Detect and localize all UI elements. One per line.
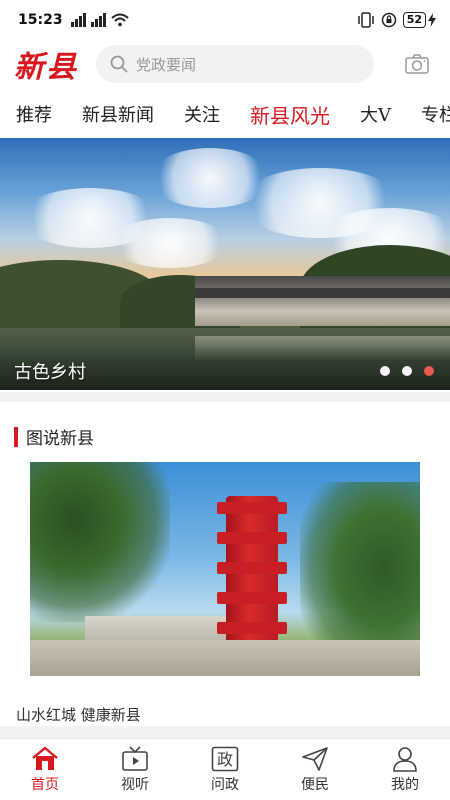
- tree: [30, 462, 170, 622]
- carousel-dot[interactable]: [380, 366, 390, 376]
- section-header: 图说新县: [14, 424, 94, 449]
- camera-button[interactable]: [404, 51, 430, 77]
- tower-fin: [217, 622, 287, 634]
- section-title: 图说新县: [26, 429, 94, 449]
- nav-inquiry[interactable]: 政 问政: [185, 746, 265, 794]
- nav-home-label: 首页: [31, 776, 59, 793]
- status-left: 15:23: [18, 12, 129, 28]
- send-icon: [302, 746, 328, 771]
- tv-icon: [122, 745, 148, 771]
- carousel-indicators: [380, 366, 434, 376]
- camera-icon: [405, 54, 429, 74]
- plaza: [30, 640, 420, 676]
- category-tabs: 推荐 新县新闻 关注 新县风光 大V 专栏: [0, 92, 450, 136]
- battery-indicator: 52: [402, 12, 436, 28]
- lock-rotation-icon: [381, 12, 396, 28]
- home-icon: [32, 746, 58, 770]
- tower-fin: [217, 592, 287, 604]
- carousel-dot[interactable]: [402, 366, 412, 376]
- wifi-icon: [110, 13, 129, 27]
- village-houses: [195, 276, 450, 326]
- signal-icon: [70, 13, 86, 27]
- banner-caption: 古色乡村: [14, 362, 86, 383]
- zheng-icon-text: 政: [217, 750, 233, 769]
- user-icon: [393, 746, 417, 772]
- section-accent-bar: [14, 426, 18, 447]
- nav-mine[interactable]: 我的: [365, 746, 445, 794]
- bottom-nav: 首页 视听 政 问政 便民 我的: [0, 738, 450, 800]
- cloud: [110, 218, 230, 268]
- carousel-dot-active[interactable]: [424, 366, 434, 376]
- tab-big-v[interactable]: 大V: [360, 101, 391, 127]
- banner-carousel[interactable]: 古色乡村: [0, 138, 450, 390]
- search-icon: [110, 55, 128, 73]
- charging-icon: [428, 13, 436, 27]
- status-bar: 15:23 52: [0, 0, 450, 40]
- status-icons: [70, 13, 129, 27]
- nav-mine-label: 我的: [391, 776, 419, 793]
- tower-fin: [217, 502, 287, 514]
- roof: [195, 288, 450, 298]
- nav-convenience-label: 便民: [301, 776, 329, 793]
- status-time: 15:23: [18, 12, 63, 28]
- search-placeholder: 党政要闻: [136, 55, 197, 74]
- tab-recommend[interactable]: 推荐: [16, 101, 52, 127]
- nav-inquiry-label: 问政: [211, 776, 239, 793]
- section-photo[interactable]: [30, 462, 420, 676]
- tab-follow[interactable]: 关注: [184, 101, 220, 127]
- tower-fin: [217, 532, 287, 544]
- battery-level: 52: [402, 12, 426, 28]
- header: 新县 党政要闻: [0, 40, 450, 88]
- photo-section: 图说新县 山水红城 健康新县: [0, 392, 450, 726]
- tower-fin: [217, 562, 287, 574]
- tab-column[interactable]: 专栏: [421, 101, 450, 127]
- vibrate-icon: [357, 12, 374, 28]
- photo-caption[interactable]: 山水红城 健康新县: [16, 704, 141, 725]
- signal-icon-2: [90, 13, 106, 27]
- nav-home[interactable]: 首页: [5, 746, 85, 794]
- tab-xinxian-news[interactable]: 新县新闻: [82, 101, 154, 127]
- app-logo[interactable]: 新县: [14, 42, 94, 86]
- status-right: 52: [357, 12, 436, 28]
- nav-av-label: 视听: [121, 776, 149, 793]
- divider: [0, 726, 450, 738]
- search-bar[interactable]: 党政要闻: [96, 45, 374, 83]
- nav-av[interactable]: 视听: [95, 745, 175, 794]
- zheng-icon: 政: [211, 746, 239, 771]
- nav-convenience[interactable]: 便民: [275, 746, 355, 794]
- tab-xinxian-scenery[interactable]: 新县风光: [250, 100, 330, 129]
